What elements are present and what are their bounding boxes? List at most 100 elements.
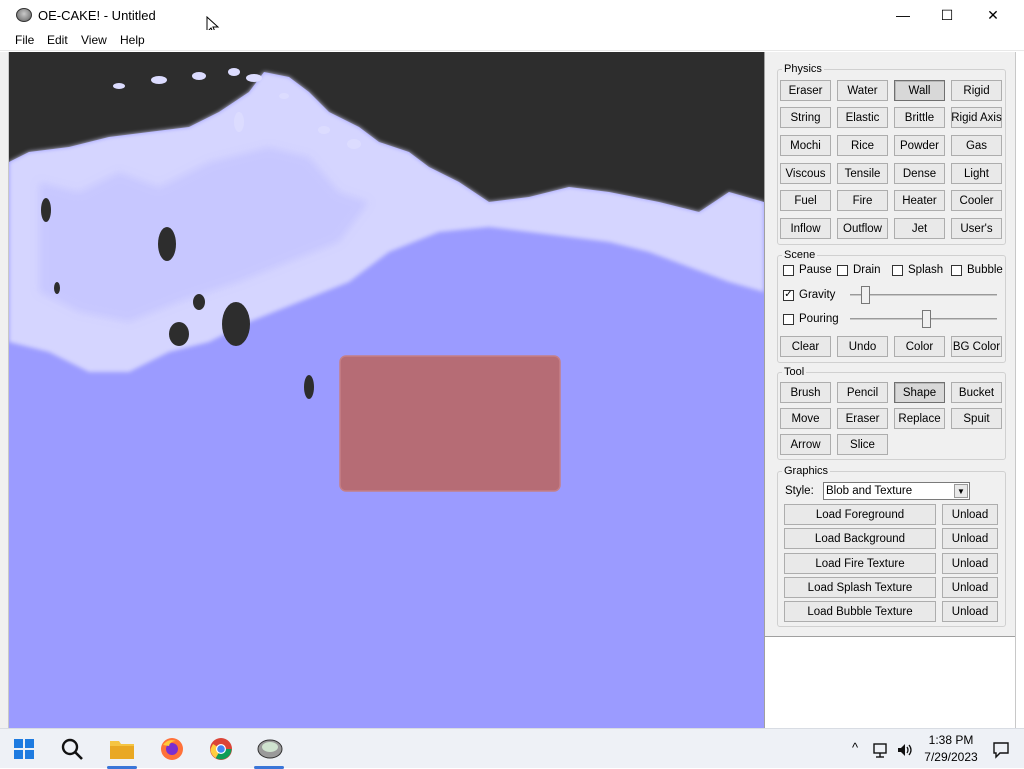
physics-dense-button[interactable]: Dense	[894, 163, 945, 184]
pouring-slider-thumb[interactable]	[922, 310, 931, 328]
firefox-icon[interactable]	[158, 735, 186, 763]
tool-move-button[interactable]: Move	[780, 408, 831, 429]
style-select-value: Blob and Texture	[826, 485, 913, 497]
gravity-label: Gravity	[799, 289, 836, 301]
tool-pencil-button[interactable]: Pencil	[837, 382, 888, 403]
physics-light-button[interactable]: Light	[951, 163, 1002, 184]
volume-icon[interactable]	[894, 736, 916, 764]
splash-checkbox[interactable]: Splash	[892, 264, 943, 276]
physics-string-button[interactable]: String	[780, 107, 831, 128]
gravity-slider-track	[850, 294, 997, 296]
pouring-slider[interactable]	[850, 309, 997, 329]
physics-rice-button[interactable]: Rice	[837, 135, 888, 156]
load-fire-texture-button[interactable]: Load Fire Texture	[784, 553, 936, 574]
scene-title: Scene	[782, 249, 818, 261]
style-select[interactable]: Blob and Texture ▼	[823, 482, 970, 500]
load-background-button[interactable]: Load Background	[784, 528, 936, 549]
window-title: OE-CAKE! - Untitled	[38, 8, 156, 23]
clock[interactable]: 1:38 PM 7/29/2023	[914, 732, 988, 766]
gravity-slider[interactable]	[850, 285, 997, 305]
close-button[interactable]: ✕	[970, 0, 1016, 30]
physics-tensile-button[interactable]: Tensile	[837, 163, 888, 184]
scene-bg-color-button[interactable]: BG Color	[951, 336, 1002, 357]
tool-arrow-button[interactable]: Arrow	[780, 434, 831, 455]
unload-splash-texture-button[interactable]: Unload	[942, 577, 998, 598]
gravity-slider-thumb[interactable]	[861, 286, 870, 304]
physics-fuel-button[interactable]: Fuel	[780, 190, 831, 211]
file-explorer-icon[interactable]	[108, 735, 136, 763]
splash-label: Splash	[908, 264, 944, 276]
tool-bucket-button[interactable]: Bucket	[951, 382, 1002, 403]
maximize-button[interactable]: ☐	[924, 0, 970, 30]
clock-date: 7/29/2023	[924, 750, 978, 764]
unload-foreground-button[interactable]: Unload	[942, 504, 998, 525]
app-icon	[16, 8, 32, 22]
pouring-checkbox[interactable]: Pouring	[783, 313, 839, 325]
load-foreground-button[interactable]: Load Foreground	[784, 504, 936, 525]
gravity-checkmark-icon: ✓	[783, 289, 794, 301]
load-bubble-texture-button[interactable]: Load Bubble Texture	[784, 601, 936, 622]
physics-rigid-button[interactable]: Rigid	[951, 80, 1002, 101]
gravity-checkbox[interactable]: ✓ Gravity	[783, 289, 835, 301]
menu-view[interactable]: View	[81, 33, 107, 47]
physics-elastic-button[interactable]: Elastic	[837, 107, 888, 128]
pouring-label: Pouring	[799, 313, 839, 325]
windows-start-icon[interactable]	[10, 735, 38, 763]
tool-brush-button[interactable]: Brush	[780, 382, 831, 403]
menu-file[interactable]: File	[15, 33, 34, 47]
simulation-canvas[interactable]	[9, 52, 764, 728]
physics-eraser-button[interactable]: Eraser	[780, 80, 831, 101]
title-bar: OE-CAKE! - Untitled — ☐ ✕	[0, 0, 1024, 36]
physics-wall-button[interactable]: Wall	[894, 80, 945, 101]
tool-slice-button[interactable]: Slice	[837, 434, 888, 455]
physics-heater-button[interactable]: Heater	[894, 190, 945, 211]
tool-shape-button[interactable]: Shape	[894, 382, 945, 403]
tool-replace-button[interactable]: Replace	[894, 408, 945, 429]
physics-mochi-button[interactable]: Mochi	[780, 135, 831, 156]
load-splash-texture-button[interactable]: Load Splash Texture	[784, 577, 936, 598]
chrome-icon[interactable]	[207, 735, 235, 763]
drain-checkbox[interactable]: Drain	[837, 264, 880, 276]
bubble-label: Bubble	[967, 264, 1003, 276]
physics-powder-button[interactable]: Powder	[894, 135, 945, 156]
physics-rigid-axis-button[interactable]: Rigid Axis	[951, 107, 1002, 128]
chevron-down-icon[interactable]: ▼	[954, 484, 968, 498]
notification-icon[interactable]	[990, 736, 1012, 764]
search-icon[interactable]	[58, 735, 86, 763]
tool-spuit-button[interactable]: Spuit	[951, 408, 1002, 429]
menu-help[interactable]: Help	[120, 33, 145, 47]
physics-brittle-button[interactable]: Brittle	[894, 107, 945, 128]
minimize-button[interactable]: —	[880, 0, 926, 30]
tool-eraser-button[interactable]: Eraser	[837, 408, 888, 429]
simulation-scene	[9, 52, 764, 728]
physics-title: Physics	[782, 63, 824, 75]
style-label: Style:	[785, 485, 814, 497]
oe-cake-icon[interactable]	[256, 735, 284, 763]
physics-fire-button[interactable]: Fire	[837, 190, 888, 211]
tool-title: Tool	[782, 366, 807, 378]
physics-jet-button[interactable]: Jet	[894, 218, 945, 239]
scene-color-button[interactable]: Color	[894, 336, 945, 357]
physics-cooler-button[interactable]: Cooler	[951, 190, 1002, 211]
physics-outflow-button[interactable]: Outflow	[837, 218, 888, 239]
pause-checkbox[interactable]: Pause	[783, 264, 832, 276]
unload-fire-texture-button[interactable]: Unload	[942, 553, 998, 574]
physics-inflow-button[interactable]: Inflow	[780, 218, 831, 239]
bubble-checkbox[interactable]: Bubble	[951, 264, 1003, 276]
menu-edit[interactable]: Edit	[47, 33, 68, 47]
pause-label: Pause	[799, 264, 832, 276]
scene-clear-button[interactable]: Clear	[780, 336, 831, 357]
physics-water-button[interactable]: Water	[837, 80, 888, 101]
wall-block	[339, 355, 561, 492]
unload-bubble-texture-button[interactable]: Unload	[942, 601, 998, 622]
clock-time: 1:38 PM	[928, 733, 974, 747]
left-edge	[0, 52, 9, 728]
chevron-up-icon[interactable]: ^	[852, 740, 858, 755]
scene-undo-button[interactable]: Undo	[837, 336, 888, 357]
physics-users-button[interactable]: User's	[951, 218, 1002, 239]
physics-viscous-button[interactable]: Viscous	[780, 163, 831, 184]
unload-background-button[interactable]: Unload	[942, 528, 998, 549]
network-icon[interactable]	[870, 736, 892, 764]
menu-bar: File Edit View Help	[0, 30, 1024, 51]
physics-gas-button[interactable]: Gas	[951, 135, 1002, 156]
